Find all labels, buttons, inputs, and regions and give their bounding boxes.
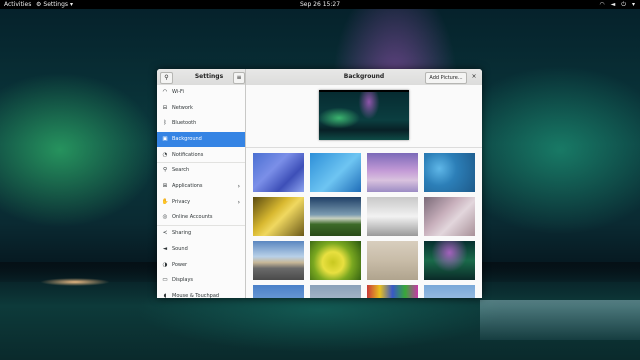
- chevron-right-icon: ›: [237, 199, 240, 206]
- add-picture-button[interactable]: Add Picture...: [425, 72, 467, 84]
- wallpaper-thumbnail-pink-blossom[interactable]: [424, 197, 475, 236]
- gallery-separator: [246, 147, 482, 148]
- hamburger-icon: ≡: [236, 74, 242, 81]
- bluetooth-icon: ᛒ: [163, 120, 167, 126]
- sidebar-item-search[interactable]: ⚲ Search: [157, 163, 245, 178]
- sidebar-separator: [157, 162, 245, 163]
- search-icon: ⚲: [164, 74, 169, 81]
- network-icon: ⊟: [162, 105, 168, 111]
- sidebar-item-label: Power: [172, 262, 188, 268]
- sidebar-item-background[interactable]: ▣ Background: [157, 132, 245, 147]
- sidebar-item-label: Notifications: [172, 152, 204, 158]
- wallpaper-thumbnail-purple-landscape[interactable]: [367, 153, 418, 192]
- close-icon: ×: [471, 73, 477, 80]
- sidebar-item-label: Sound: [172, 246, 188, 252]
- sidebar-item-wi-fi[interactable]: ◠ Wi-Fi: [157, 85, 245, 100]
- sidebar-item-label: Applications: [172, 183, 203, 189]
- wallpaper-thumbnail-desert-road[interactable]: [253, 241, 304, 280]
- sharing-icon: ≺: [162, 230, 168, 236]
- sidebar-item-privacy[interactable]: ✋ Privacy ›: [157, 195, 245, 210]
- top-bar: Activities ⚙ Settings ▾ Sep 26 15:27 ◠ ◄…: [0, 0, 640, 9]
- wallpaper-thumbnail-golden-leaf[interactable]: [253, 197, 304, 236]
- current-background-preview: [319, 90, 409, 140]
- wifi-icon: ◠: [162, 89, 168, 95]
- clock-container: Sep 26 15:27: [0, 0, 640, 9]
- wallpaper-thumbnail-blue-streaks[interactable]: [310, 153, 361, 192]
- mouse-icon: ◖: [163, 293, 167, 298]
- sidebar-item-label: Wi-Fi: [172, 89, 184, 95]
- wallpaper-thumbnail-colored-pencils[interactable]: [367, 285, 418, 298]
- sidebar-item-label: Privacy: [172, 199, 191, 205]
- sidebar-item-sound[interactable]: ◄ Sound: [157, 242, 245, 257]
- wallpaper-thumbnail-geometric-blue[interactable]: [253, 153, 304, 192]
- wallpaper-thumbnail-aurora-night[interactable]: [424, 241, 475, 280]
- wallpaper-thumbnail-sky-blue[interactable]: [253, 285, 304, 298]
- applications-icon: ⊞: [162, 183, 168, 189]
- displays-icon: ▭: [162, 277, 168, 283]
- sidebar-item-label: Online Accounts: [172, 214, 213, 220]
- sidebar-item-sharing[interactable]: ≺ Sharing: [157, 226, 245, 241]
- wallpaper-thumbnail-blue-dots[interactable]: [424, 153, 475, 192]
- close-button[interactable]: ×: [469, 72, 479, 82]
- wifi-icon: ◠: [599, 1, 605, 8]
- wallpaper-thumbnail-green-field-sky[interactable]: [310, 197, 361, 236]
- wallpaper-thumbnail-grey-sky[interactable]: [310, 285, 361, 298]
- sidebar-item-displays[interactable]: ▭ Displays: [157, 273, 245, 288]
- sidebar-separator: [157, 225, 245, 226]
- sidebar-item-applications[interactable]: ⊞ Applications ›: [157, 179, 245, 194]
- sound-icon: ◄: [162, 246, 168, 252]
- wallpaper-thumbnail-white-chairs[interactable]: [367, 197, 418, 236]
- sidebar-item-network[interactable]: ⊟ Network: [157, 101, 245, 116]
- volume-icon: ◄: [610, 1, 616, 8]
- background-icon: ▣: [162, 136, 168, 142]
- sidebar-item-bluetooth[interactable]: ᛒ Bluetooth: [157, 116, 245, 131]
- wallpaper-town-lights: [40, 278, 110, 286]
- sidebar-item-label: Background: [172, 136, 202, 142]
- online-accounts-icon: ◎: [162, 214, 168, 220]
- sidebar-item-power[interactable]: ◑ Power: [157, 258, 245, 273]
- power-icon: ⏻: [621, 1, 626, 8]
- privacy-icon: ✋: [161, 199, 169, 205]
- chevron-down-icon: ▾: [631, 1, 635, 8]
- header-bar: ⚲ Settings ≡ Background Add Picture... ×: [157, 69, 482, 86]
- sidebar: ◠ Wi-Fi ⊟ Network ᛒ Bluetooth ▣ Background ◔ Noti…: [157, 85, 246, 298]
- menu-button[interactable]: ≡: [233, 72, 245, 84]
- power-icon: ◑: [162, 262, 168, 268]
- clock[interactable]: Sep 26 15:27: [296, 1, 344, 8]
- chevron-right-icon: ›: [237, 183, 240, 190]
- sidebar-item-notifications[interactable]: ◔ Notifications: [157, 148, 245, 163]
- sidebar-item-label: Search: [172, 167, 190, 173]
- search-button[interactable]: ⚲: [160, 72, 173, 84]
- sidebar-item-label: Network: [172, 105, 193, 111]
- wallpaper-thumbnail-zen-stones[interactable]: [367, 241, 418, 280]
- wallpaper-thumbnail-light-sky[interactable]: [424, 285, 475, 298]
- sidebar-item-label: Displays: [172, 277, 194, 283]
- preview-topbar: [319, 90, 409, 92]
- sidebar-item-label: Sharing: [172, 230, 192, 236]
- notifications-icon: ◔: [162, 152, 168, 158]
- sidebar-item-mouse-touchpad[interactable]: ◖ Mouse & Touchpad: [157, 289, 245, 298]
- system-status-menu[interactable]: ◠ ◄ ⏻ ▾: [599, 0, 635, 9]
- search-icon: ⚲: [162, 167, 168, 173]
- wallpaper-thumbnail-yellow-frog[interactable]: [310, 241, 361, 280]
- sidebar-item-label: Mouse & Touchpad: [172, 293, 220, 298]
- sidebar-item-label: Bluetooth: [172, 120, 197, 126]
- background-panel: [246, 85, 482, 298]
- sidebar-item-online-accounts[interactable]: ◎ Online Accounts: [157, 210, 245, 225]
- wallpaper-ice: [480, 300, 640, 340]
- settings-window: ⚲ Settings ≡ Background Add Picture... ×…: [157, 69, 482, 298]
